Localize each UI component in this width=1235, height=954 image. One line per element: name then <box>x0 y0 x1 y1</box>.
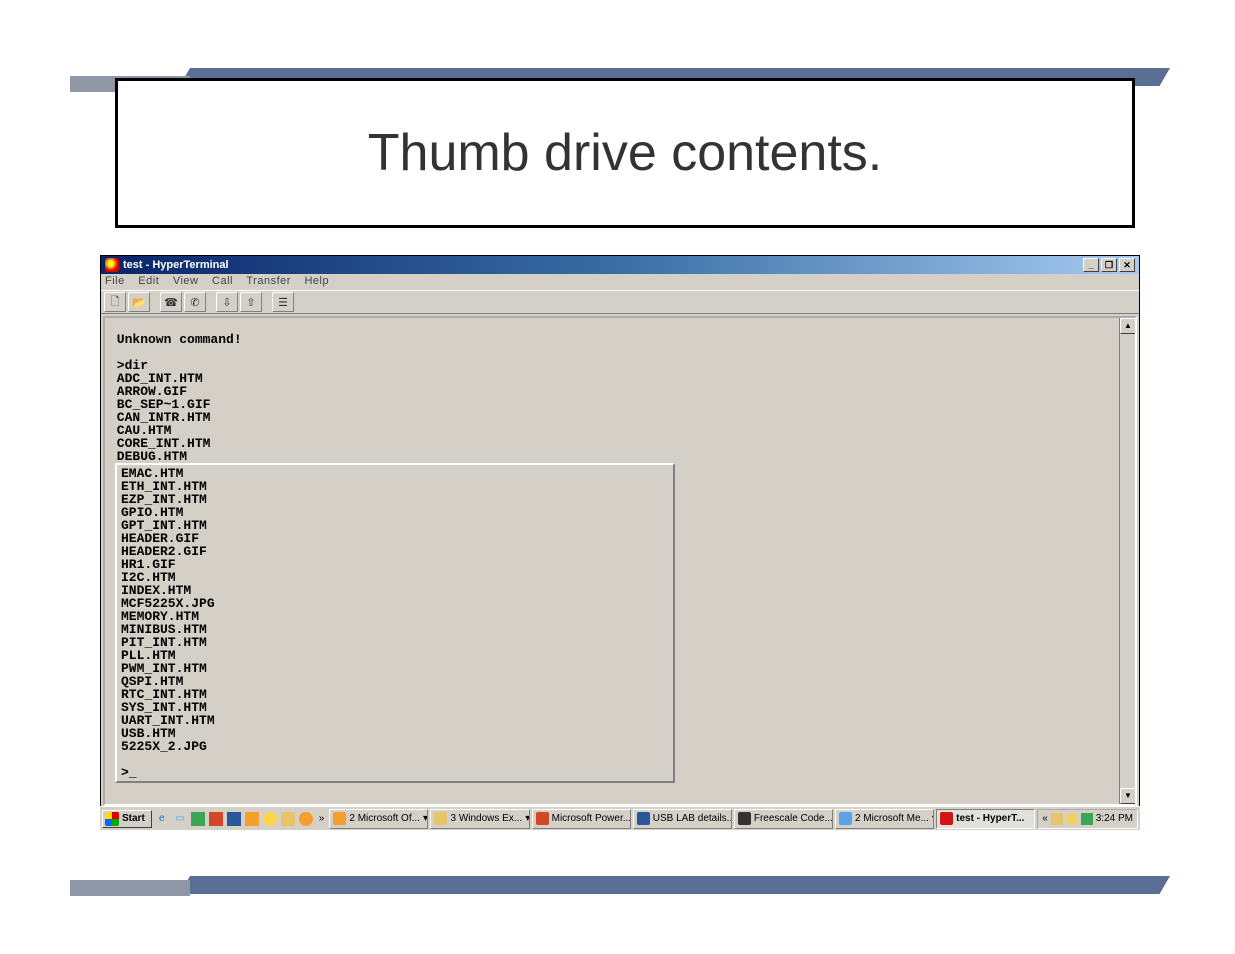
quicklaunch-desktop-icon[interactable]: ▭ <box>172 811 188 827</box>
window-title: test - HyperTerminal <box>123 259 229 271</box>
taskbar-item-label: 2 Microsoft Of... <box>349 813 420 824</box>
toolbar-open-icon[interactable]: 📂 <box>128 292 150 312</box>
taskbar-item-dropdown-icon[interactable]: ▾ <box>932 813 934 824</box>
taskbar-item-icon <box>738 812 751 825</box>
slide-title-box: Thumb drive contents. <box>115 78 1135 228</box>
slide-title: Thumb drive contents. <box>368 123 882 183</box>
taskbar-item-5[interactable]: 2 Microsoft Me...▾ <box>835 809 934 829</box>
taskbar-item-label: Microsoft Power... <box>552 813 631 824</box>
taskbar-item-3[interactable]: USB LAB details... <box>633 809 732 829</box>
quicklaunch-app7-icon[interactable] <box>298 811 314 827</box>
taskbar-item-dropdown-icon[interactable]: ▾ <box>525 813 529 824</box>
menu-edit[interactable]: Edit <box>138 275 159 287</box>
taskbar-item-icon <box>637 812 650 825</box>
scrollbar-vertical[interactable]: ▲ ▼ <box>1119 318 1135 804</box>
start-button[interactable]: Start <box>102 810 152 828</box>
taskbar-item-label: USB LAB details... <box>653 813 732 824</box>
start-label: Start <box>122 813 145 824</box>
tray-icon-3[interactable] <box>1081 813 1093 825</box>
taskbar-item-1[interactable]: 3 Windows Ex...▾ <box>430 809 529 829</box>
tray-icon-1[interactable] <box>1051 813 1063 825</box>
slide-decor-bottom-left <box>70 880 190 896</box>
taskbar-item-0[interactable]: 2 Microsoft Of...▾ <box>329 809 428 829</box>
tray-icon-2[interactable] <box>1066 813 1078 825</box>
toolbar-disconnect-icon[interactable]: ✆ <box>184 292 206 312</box>
taskbar-item-icon <box>839 812 852 825</box>
toolbar-receive-icon[interactable]: ⇧ <box>240 292 262 312</box>
taskbar-item-4[interactable]: Freescale Code... <box>734 809 833 829</box>
taskbar-item-icon <box>536 812 549 825</box>
quicklaunch-app4-icon[interactable] <box>244 811 260 827</box>
toolbar-connect-icon[interactable]: ☎ <box>160 292 182 312</box>
minimize-button[interactable]: _ <box>1083 258 1099 272</box>
tray-clock[interactable]: 3:24 PM <box>1096 813 1133 824</box>
tray-chevron-icon[interactable]: « <box>1042 813 1048 824</box>
taskbar-item-dropdown-icon[interactable]: ▾ <box>423 813 428 824</box>
window-titlebar[interactable]: test - HyperTerminal _ ❐ ✕ <box>101 256 1139 274</box>
quicklaunch-ie-icon[interactable]: e <box>154 811 170 827</box>
menu-help[interactable]: Help <box>304 275 329 287</box>
toolbar-properties-icon[interactable]: ☰ <box>272 292 294 312</box>
restore-button[interactable]: ❐ <box>1101 258 1117 272</box>
taskbar-item-icon <box>434 812 447 825</box>
close-button[interactable]: ✕ <box>1119 258 1135 272</box>
taskbar-item-2[interactable]: Microsoft Power... <box>532 809 631 829</box>
toolbar: 🗋 📂 ☎ ✆ ⇩ ⇧ ☰ <box>101 290 1139 314</box>
app-icon <box>105 258 119 272</box>
system-tray[interactable]: « 3:24 PM <box>1037 809 1138 829</box>
quicklaunch-app6-icon[interactable] <box>280 811 296 827</box>
taskbar-item-icon <box>940 812 953 825</box>
taskbar-item-label: Freescale Code... <box>754 813 833 824</box>
quicklaunch-app1-icon[interactable] <box>190 811 206 827</box>
quicklaunch-more-icon[interactable]: » <box>316 813 328 824</box>
menu-file[interactable]: File <box>105 275 125 287</box>
menu-bar: File Edit View Call Transfer Help <box>101 274 1139 290</box>
toolbar-new-icon[interactable]: 🗋 <box>104 292 126 312</box>
windows-taskbar: Start e ▭ » 2 Microsoft Of...▾3 Windows … <box>100 806 1140 830</box>
menu-view[interactable]: View <box>173 275 199 287</box>
scroll-down-button[interactable]: ▼ <box>1120 788 1136 804</box>
menu-call[interactable]: Call <box>212 275 233 287</box>
taskbar-item-icon <box>333 812 346 825</box>
taskbar-item-label: 2 Microsoft Me... <box>855 813 929 824</box>
windows-flag-icon <box>105 812 119 826</box>
scroll-up-button[interactable]: ▲ <box>1120 318 1136 334</box>
menu-transfer[interactable]: Transfer <box>246 275 291 287</box>
quicklaunch-app3-icon[interactable] <box>226 811 242 827</box>
taskbar-item-label: 3 Windows Ex... <box>450 813 522 824</box>
quicklaunch-app5-icon[interactable] <box>262 811 278 827</box>
quicklaunch-app2-icon[interactable] <box>208 811 224 827</box>
terminal-output-overlay: EMAC.HTM ETH_INT.HTM EZP_INT.HTM GPIO.HT… <box>115 463 675 783</box>
taskbar-item-6[interactable]: test - HyperT... <box>936 809 1035 829</box>
taskbar-item-label: test - HyperT... <box>956 813 1024 824</box>
slide-decor-bottom <box>180 876 1170 894</box>
toolbar-send-icon[interactable]: ⇩ <box>216 292 238 312</box>
